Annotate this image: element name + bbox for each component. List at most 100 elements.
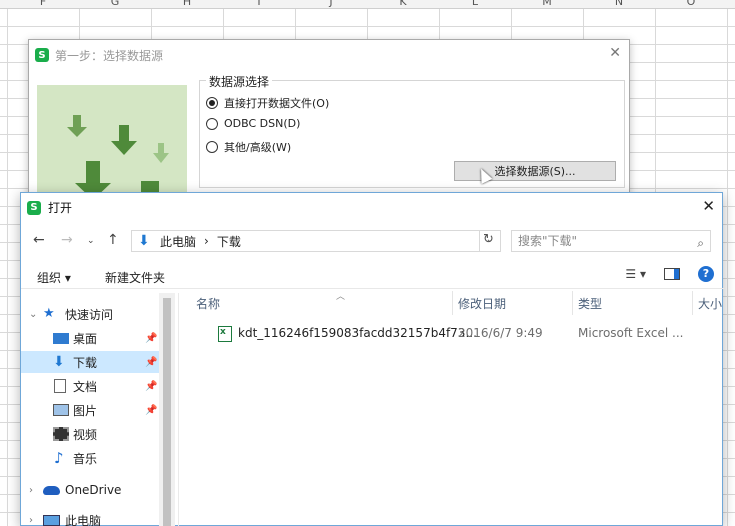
view-controls: ☰ ▾ ? (625, 266, 714, 282)
breadcrumb-downloads[interactable]: 下载 (217, 233, 241, 250)
expand-chevron-icon[interactable]: › (29, 485, 33, 496)
organize-menu[interactable]: 组织 ▾ (37, 269, 71, 286)
star-icon: ★ (43, 306, 55, 321)
radio-button[interactable] (206, 97, 218, 109)
collapse-chevron-icon[interactable]: ⌄ (29, 309, 37, 320)
sidebar-item-documents[interactable]: 文档 📌 (21, 375, 159, 397)
navigation-pane: ⌄ ★ 快速访问 桌面 📌 ⬇ 下载 📌 文档 📌 图片 📌 视频 ♪ 音乐 ›… (21, 293, 179, 526)
column-header-name[interactable]: 名称 (196, 295, 220, 312)
picture-icon (53, 404, 69, 416)
option-open-file[interactable]: 直接打开数据文件(O) (206, 95, 329, 111)
group-label: 数据源选择 (206, 73, 273, 90)
column-header[interactable]: L (465, 0, 485, 8)
wps-app-icon: S (27, 200, 41, 215)
up-icon[interactable]: ↑ (107, 232, 119, 248)
radio-button[interactable] (206, 117, 218, 130)
sidebar-item-label: 视频 (73, 427, 98, 442)
column-header-size[interactable]: 大小 (698, 295, 722, 312)
download-folder-icon: ⬇ (138, 233, 150, 249)
sidebar-item-onedrive[interactable]: › OneDrive (21, 479, 159, 501)
excel-file-icon (218, 326, 232, 342)
sidebar-item-pictures[interactable]: 图片 📌 (21, 399, 159, 421)
search-placeholder: 搜索"下载" (518, 234, 578, 248)
pin-icon[interactable]: 📌 (145, 357, 157, 368)
sort-ascending-icon: ︿ (336, 292, 346, 302)
file-type: Microsoft Excel ... (578, 326, 684, 340)
radio-button[interactable] (206, 141, 218, 153)
view-options-icon[interactable]: ☰ ▾ (625, 267, 646, 281)
sidebar-item-label: 图片 (73, 403, 98, 418)
column-header[interactable]: O (681, 0, 701, 8)
refresh-icon[interactable]: ↻ (479, 230, 497, 252)
navigation-bar: ← → ⌄ ↑ ⬇ 此电脑 › 下载 ⌄ ↻ 搜索"下载" ⌕ (21, 229, 724, 255)
column-divider[interactable] (572, 291, 573, 315)
column-header-type[interactable]: 类型 (578, 295, 602, 312)
dialog-close-icon[interactable]: ✕ (702, 197, 715, 215)
column-header[interactable]: M (537, 0, 557, 8)
forward-icon[interactable]: → (61, 232, 73, 248)
option-label: ODBC DSN(D) (224, 117, 301, 130)
column-header[interactable]: N (609, 0, 629, 8)
wizard-close-icon[interactable]: ✕ (609, 45, 621, 61)
sidebar-item-label: 此电脑 (65, 513, 102, 526)
command-bar: 组织 ▾ 新建文件夹 ☰ ▾ ? (21, 263, 724, 289)
file-modified: 2016/6/7 9:49 (458, 326, 543, 340)
column-header-bar: F G H I J K L M N O (0, 0, 735, 9)
sidebar-item-label: 音乐 (73, 451, 98, 466)
help-icon[interactable]: ? (698, 266, 714, 282)
column-header[interactable]: H (177, 0, 197, 8)
column-header[interactable]: G (105, 0, 125, 8)
file-row[interactable]: kdt_116246f159083facdd32157b4f73... 2016… (186, 323, 716, 345)
column-header[interactable]: I (249, 0, 269, 8)
sidebar-item-label: OneDrive (65, 483, 122, 497)
sidebar-item-this-pc[interactable]: › 此电脑 (21, 509, 159, 526)
green-arrows-icon (67, 115, 169, 200)
sidebar-item-label: 文档 (73, 379, 98, 394)
sidebar-item-videos[interactable]: 视频 (21, 423, 159, 445)
data-source-wizard: S 第一步：选择数据源 ✕ 数据源选择 直接打开数据文件(O) ODBC DSN… (28, 39, 630, 200)
wizard-titlebar: S 第一步：选择数据源 (35, 45, 163, 65)
pin-icon[interactable]: 📌 (145, 333, 157, 344)
file-list: ︿ 名称 修改日期 类型 大小 kdt_116246f159083facdd32… (186, 289, 724, 526)
option-label: 其他/高级(W) (224, 141, 292, 154)
column-header-modified[interactable]: 修改日期 (458, 295, 506, 312)
computer-icon (43, 515, 60, 526)
pin-icon[interactable]: 📌 (145, 381, 157, 392)
cloud-icon (43, 486, 60, 495)
option-label: 直接打开数据文件(O) (224, 97, 330, 110)
sidebar-item-label: 下载 (73, 355, 98, 370)
dialog-titlebar: S 打开 (27, 199, 72, 216)
open-file-dialog: S 打开 ✕ ← → ⌄ ↑ ⬇ 此电脑 › 下载 ⌄ ↻ 搜索"下载" ⌕ 组… (20, 192, 724, 526)
expand-chevron-icon[interactable]: › (29, 515, 33, 526)
column-header[interactable]: K (393, 0, 413, 8)
new-folder-button[interactable]: 新建文件夹 (105, 269, 165, 286)
document-icon (54, 379, 66, 393)
column-divider[interactable] (452, 291, 453, 315)
desktop-icon (53, 333, 69, 344)
search-icon[interactable]: ⌕ (697, 233, 704, 253)
address-bar[interactable]: ⬇ 此电脑 › 下载 ⌄ (131, 230, 501, 252)
file-name: kdt_116246f159083facdd32157b4f73... (238, 326, 477, 340)
sidebar-item-downloads[interactable]: ⬇ 下载 📌 (21, 351, 159, 373)
pin-icon[interactable]: 📌 (145, 405, 157, 416)
breadcrumb-this-pc[interactable]: 此电脑 (160, 233, 196, 250)
search-input[interactable]: 搜索"下载" ⌕ (511, 230, 711, 252)
dialog-title: 打开 (48, 201, 73, 215)
column-header[interactable]: F (33, 0, 53, 8)
sidebar-item-label: 快速访问 (65, 307, 114, 322)
wizard-illustration (37, 85, 187, 200)
breadcrumb-separator-icon: › (204, 234, 209, 248)
sidebar-item-desktop[interactable]: 桌面 📌 (21, 327, 159, 349)
column-divider[interactable] (692, 291, 693, 315)
sidebar-item-quick-access[interactable]: ⌄ ★ 快速访问 (21, 303, 159, 325)
back-icon[interactable]: ← (33, 232, 45, 248)
option-other-advanced[interactable]: 其他/高级(W) (206, 139, 291, 155)
recent-dropdown-icon[interactable]: ⌄ (87, 236, 95, 246)
sidebar-item-label: 桌面 (73, 331, 98, 346)
sidebar-item-music[interactable]: ♪ 音乐 (21, 447, 159, 469)
option-odbc-dsn[interactable]: ODBC DSN(D) (206, 117, 300, 130)
preview-pane-icon[interactable] (664, 268, 680, 280)
sidebar-scrollbar-thumb[interactable] (163, 298, 171, 526)
music-icon: ♪ (54, 449, 64, 467)
column-header[interactable]: J (321, 0, 341, 8)
